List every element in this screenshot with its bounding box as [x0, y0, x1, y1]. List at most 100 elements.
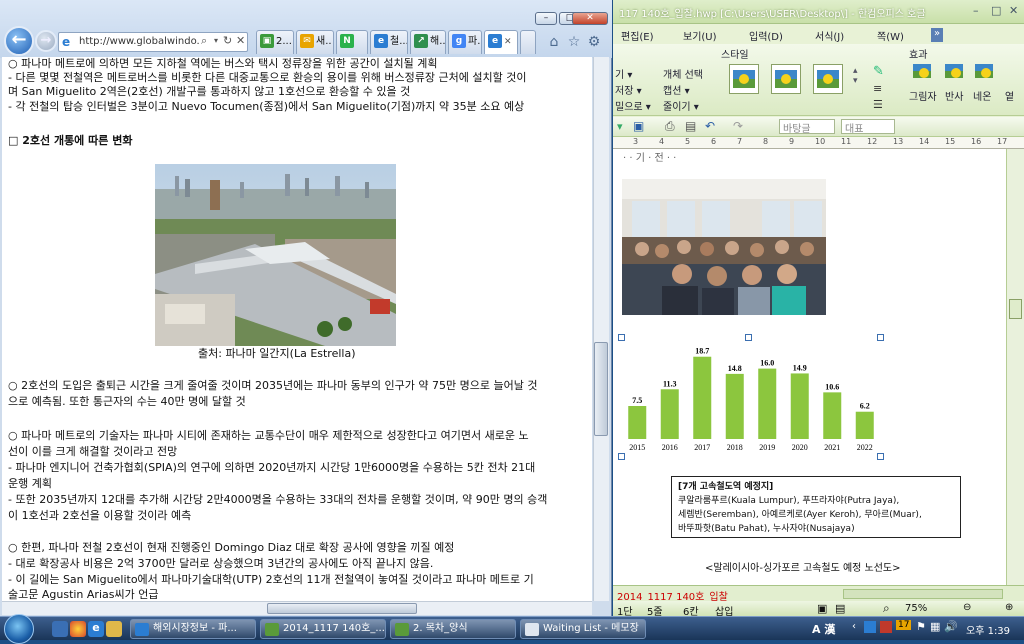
- zoom-level[interactable]: 75%: [905, 603, 927, 614]
- vertical-scrollbar[interactable]: [593, 57, 609, 601]
- close-button[interactable]: ✕: [1009, 4, 1018, 17]
- ribbon-left-3[interactable]: 밀으로 ▾: [615, 98, 651, 113]
- bar-value-label: 11.3: [663, 379, 677, 388]
- back-button[interactable]: ←: [4, 26, 34, 56]
- caption-button[interactable]: 캡션 ▾: [663, 82, 690, 97]
- ruler-mark: 5: [685, 137, 691, 146]
- tab-3[interactable]: NN: [336, 30, 368, 54]
- scrollbar-thumb[interactable]: [594, 342, 608, 436]
- tab-4[interactable]: e 철...: [370, 30, 408, 54]
- minimize-button[interactable]: –: [973, 4, 979, 17]
- preview-icon[interactable]: ▤: [685, 119, 696, 133]
- favorites-star-icon[interactable]: ☆: [566, 34, 582, 50]
- home-icon[interactable]: ⌂: [546, 34, 562, 50]
- forward-button[interactable]: →: [35, 30, 57, 52]
- menu-edit[interactable]: 편집(E): [621, 28, 654, 43]
- stop-icon[interactable]: ✕: [236, 34, 245, 47]
- picture-style-1[interactable]: [729, 64, 759, 94]
- menu-more-icon[interactable]: »: [931, 28, 943, 42]
- dropdown-icon[interactable]: ▾: [214, 36, 218, 45]
- tab-2[interactable]: ✉ 새..: [296, 30, 334, 54]
- hscroll-thumb[interactable]: [267, 603, 417, 614]
- volume-icon[interactable]: 🔊: [944, 620, 958, 633]
- task-label: 2014_1117 140호_...: [283, 623, 385, 634]
- task-notepad[interactable]: Waiting List - 메모장: [520, 619, 646, 639]
- ribbon-left-1[interactable]: 기 ▾: [615, 66, 632, 81]
- new-tab-button[interactable]: [520, 30, 536, 54]
- picture-style-2[interactable]: [771, 64, 801, 94]
- style-group-label: 스타일: [721, 50, 749, 61]
- neon-label[interactable]: 네온: [973, 88, 991, 103]
- address-text[interactable]: http://www.globalwindo...: [79, 36, 199, 50]
- undo-icon[interactable]: ↶: [705, 119, 715, 133]
- horizontal-scrollbar[interactable]: [2, 601, 592, 615]
- ie-icon[interactable]: e: [88, 621, 104, 637]
- shadow-icon[interactable]: [913, 64, 933, 82]
- tab-6[interactable]: g파..: [448, 30, 482, 54]
- zoom-in-icon[interactable]: ⊕: [1005, 602, 1013, 613]
- style-select[interactable]: 바탕글: [779, 119, 835, 135]
- object-select-button[interactable]: 개체 선택: [663, 66, 703, 81]
- task-label: 2. 목차_양식: [413, 623, 468, 634]
- tab-active[interactable]: e ✕: [484, 30, 518, 54]
- menu-insert[interactable]: 입력(D): [749, 28, 783, 43]
- vertical-scrollbar[interactable]: [1006, 149, 1024, 585]
- zoom-icon[interactable]: ⌕: [883, 601, 890, 616]
- view-mode-icon[interactable]: ▤: [835, 602, 845, 615]
- save-icon[interactable]: ▣: [633, 119, 644, 133]
- tray-app-icon[interactable]: [864, 621, 876, 633]
- ribbon-left-2[interactable]: 저장 ▾: [615, 82, 642, 97]
- photo-caption: 출처: 파나마 일간지(La Estrella): [198, 347, 356, 360]
- horizontal-scrollbar[interactable]: [843, 589, 1003, 599]
- menu-page[interactable]: 쪽(W): [877, 28, 904, 43]
- reflection-label[interactable]: 반사: [945, 88, 963, 103]
- task-hwp-2[interactable]: 2. 목차_양식: [390, 619, 516, 639]
- shadow-label[interactable]: 그림자: [909, 88, 937, 103]
- line-width-icon[interactable]: ☰: [873, 98, 883, 111]
- network-icon[interactable]: ▦: [930, 620, 940, 633]
- menu-view[interactable]: 보기(U): [683, 28, 717, 43]
- style-scroll-icon[interactable]: ▴ ▾: [853, 66, 858, 86]
- new-doc-icon[interactable]: ▾: [617, 120, 623, 133]
- ruler[interactable]: 3 4 5 6 7 8 9 10 11 12 13 14 15 16 17: [613, 137, 1024, 149]
- tray-app-icon[interactable]: [880, 621, 892, 633]
- clock[interactable]: 오후 1:39: [966, 622, 1010, 637]
- paragraph-select[interactable]: 대표: [841, 119, 895, 135]
- maximize-button[interactable]: □: [991, 4, 1001, 17]
- chrome-icon[interactable]: [70, 621, 86, 637]
- reflection-icon[interactable]: [945, 64, 965, 82]
- shrink-button[interactable]: 줄이기 ▾: [663, 98, 699, 113]
- zoom-out-icon[interactable]: ⊖: [963, 602, 971, 613]
- explorer-icon[interactable]: [106, 621, 122, 637]
- minimize-button[interactable]: –: [535, 12, 557, 25]
- view-mode-icon[interactable]: ▣: [817, 602, 827, 615]
- line-style-icon[interactable]: ≡: [873, 82, 882, 95]
- ime-indicator[interactable]: A 漢: [812, 621, 835, 637]
- task-label: 해외시장정보 - 파...: [153, 623, 237, 634]
- tab-close-icon[interactable]: ✕: [504, 37, 512, 47]
- address-bar[interactable]: e http://www.globalwindo... ⌕ ▾ ↻ ✕: [58, 32, 248, 52]
- flag-icon[interactable]: ⚑: [916, 620, 926, 633]
- neon-icon[interactable]: [975, 64, 995, 82]
- picture-style-3[interactable]: [813, 64, 843, 94]
- refresh-icon[interactable]: ↻: [223, 34, 232, 47]
- bar-chart[interactable]: 7.5 2015 11.3 2016 18.7 2017 14.8 2018 16.0 2019 1…: [621, 337, 881, 457]
- tab-1[interactable]: ▣ 2...: [256, 30, 294, 54]
- redo-icon[interactable]: ↷: [733, 119, 743, 133]
- print-icon[interactable]: ⎙: [665, 119, 675, 134]
- menu-format[interactable]: 서식(J): [815, 28, 844, 43]
- map-caption: <말레이시아-싱가포르 고속철도 예정 노선도>: [705, 563, 901, 574]
- task-ie[interactable]: 해외시장정보 - 파...: [130, 619, 256, 639]
- pen-color-icon[interactable]: ✎: [873, 64, 884, 79]
- task-hwp[interactable]: 2014_1117 140호_...: [260, 619, 386, 639]
- tray-chevron-icon[interactable]: ‹: [852, 621, 856, 632]
- tray-badge[interactable]: 17: [896, 620, 912, 630]
- search-icon[interactable]: ⌕: [201, 34, 207, 48]
- conference-photo[interactable]: [622, 179, 826, 315]
- soft-edge-label[interactable]: 옅: [1005, 88, 1014, 103]
- scrollbar-thumb[interactable]: [1009, 299, 1022, 319]
- tab-5[interactable]: ↗ 해..: [410, 30, 446, 54]
- gear-icon[interactable]: ⚙: [586, 34, 602, 50]
- show-desktop-icon[interactable]: [52, 621, 68, 637]
- close-button[interactable]: ✕: [572, 12, 608, 25]
